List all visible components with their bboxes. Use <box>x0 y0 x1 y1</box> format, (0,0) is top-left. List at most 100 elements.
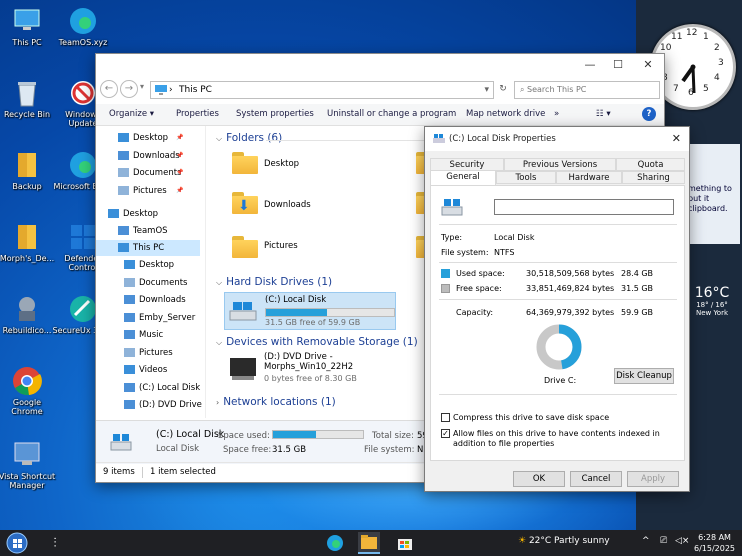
folder-icon[interactable] <box>232 236 258 258</box>
desktop-icon-vista-shortcut[interactable]: Vista Shortcut Manager <box>0 440 58 490</box>
desktop-icon-rebuildicon[interactable]: Rebuildico... <box>0 294 58 335</box>
used-label: Used space: <box>456 269 505 278</box>
taskbar-explorer-icon[interactable] <box>358 532 380 554</box>
quick-access-downloads[interactable]: Downloads 📌 <box>118 148 183 164</box>
forward-button[interactable]: → <box>120 80 138 98</box>
group-network-locations[interactable]: › Network locations (1) <box>216 396 336 408</box>
clock-number: 7 <box>673 83 679 94</box>
task-view-icon[interactable]: ⫶ <box>44 532 66 554</box>
tab-hardware[interactable]: Hardware <box>556 171 622 184</box>
maximize-button[interactable]: ☐ <box>604 54 632 76</box>
back-button[interactable]: ← <box>100 80 118 98</box>
uninstall-program-button[interactable]: Uninstall or change a program <box>327 109 456 119</box>
map-network-drive-button[interactable]: Map network drive <box>466 109 545 119</box>
group-hard-disk-drives[interactable]: ⌵ Hard Disk Drives (1) <box>216 276 332 288</box>
folder-desktop[interactable]: Desktop <box>264 159 299 169</box>
used-bytes: 30,518,509,568 bytes <box>526 269 615 278</box>
dialog-close-button[interactable]: ✕ <box>672 127 681 151</box>
properties-button[interactable]: Properties <box>176 109 219 119</box>
system-properties-button[interactable]: System properties <box>236 109 314 119</box>
group-removable-storage[interactable]: ⌵ Devices with Removable Storage (1) <box>216 336 418 348</box>
compress-checkbox[interactable]: Compress this drive to save disk space <box>441 413 609 422</box>
taskbar-edge-icon[interactable] <box>324 532 346 554</box>
close-button[interactable]: ✕ <box>634 54 662 76</box>
nav-item[interactable]: (C:) Local Disk <box>124 380 200 396</box>
nav-item[interactable]: Documents <box>124 275 187 291</box>
refresh-icon[interactable]: ↻ <box>496 81 510 99</box>
volume-label-input[interactable] <box>494 199 674 215</box>
desktop-icon-chrome[interactable]: Google Chrome <box>0 366 58 416</box>
minimize-button[interactable]: — <box>576 54 604 76</box>
tray-chevron-icon[interactable]: ^ <box>642 536 650 546</box>
folder-icon <box>18 153 36 177</box>
c-drive-free: 31.5 GB free of 59.9 GB <box>265 318 361 327</box>
volume-icon[interactable]: ◁× <box>675 536 689 546</box>
taskbar-store-icon[interactable] <box>394 532 416 554</box>
clock-number: 3 <box>718 58 724 68</box>
partly-sunny-icon: ☀ <box>518 536 529 546</box>
pin-icon: 📌 <box>176 169 184 176</box>
fs-value: NTFS <box>494 248 515 257</box>
group-folders[interactable]: ⌵ Folders (6) <box>216 132 282 144</box>
folder-pictures[interactable]: Pictures <box>264 241 298 251</box>
nav-item[interactable]: Downloads <box>124 292 186 308</box>
cancel-button[interactable]: Cancel <box>570 471 622 487</box>
desktop-icon-teamos[interactable]: TeamOS.xyz <box>52 6 114 47</box>
nav-libraries[interactable]: Libraries <box>118 415 170 418</box>
nav-icon <box>108 209 119 218</box>
network-icon[interactable]: ⎚ <box>660 536 667 546</box>
details-name: (C:) Local Disk <box>156 429 225 440</box>
nav-icon <box>118 168 129 177</box>
address-bar[interactable]: › This PC ▾ <box>150 81 494 99</box>
desktop-icon-morphs[interactable]: Morph's_De... <box>0 222 58 263</box>
dvd-drive-icon <box>230 358 256 380</box>
nav-label: Downloads <box>133 150 180 161</box>
tab-previous-versions[interactable]: Previous Versions <box>504 158 616 171</box>
nav-label: Pictures <box>139 347 173 358</box>
nav-icon <box>118 133 129 142</box>
apply-button[interactable]: Apply <box>627 471 679 487</box>
details-fs-value: N <box>417 445 424 455</box>
tab-quota[interactable]: Quota <box>616 158 685 171</box>
tab-sharing[interactable]: Sharing <box>622 171 685 184</box>
recent-dropdown-icon[interactable]: ▾ <box>140 82 144 91</box>
command-bar: Organize ▾ Properties System properties … <box>96 104 664 126</box>
address-dropdown-icon[interactable]: ▾ <box>484 82 489 98</box>
folder-downloads[interactable]: Downloads <box>264 200 311 210</box>
nav-item[interactable]: Emby_Server <box>124 310 195 326</box>
nav-item[interactable]: Pictures <box>124 345 173 361</box>
nav-item[interactable]: (D:) DVD Drive - <box>124 397 205 413</box>
c-drive-item[interactable]: (C:) Local Disk 31.5 GB free of 59.9 GB <box>224 292 396 330</box>
more-commands-button[interactable]: » <box>554 109 559 119</box>
type-label: Type: <box>441 233 463 242</box>
nav-item[interactable]: Videos <box>124 362 167 378</box>
nav-this-pc[interactable]: This PC <box>96 240 200 256</box>
search-input[interactable]: ⌕ Search This PC <box>514 81 660 99</box>
nav-item[interactable]: Desktop <box>124 257 174 273</box>
desktop-icon-backup[interactable]: Backup <box>0 150 58 191</box>
shortcut-icon <box>14 442 40 465</box>
tab-tools[interactable]: Tools <box>496 171 556 184</box>
index-checkbox[interactable]: ✓ Allow files on this drive to have conte… <box>441 429 681 449</box>
desktop-icon-this-pc[interactable]: This PC <box>0 6 58 47</box>
ok-button[interactable]: OK <box>513 471 565 487</box>
tab-general[interactable]: General <box>430 170 496 185</box>
quick-access-documents[interactable]: Documents 📌 <box>118 165 184 181</box>
disk-cleanup-button[interactable]: Disk Cleanup <box>614 368 674 384</box>
taskbar-clock[interactable]: 6:28 AM 6/15/2025 <box>694 532 735 554</box>
organize-button[interactable]: Organize ▾ <box>109 109 154 119</box>
details-free-value: 31.5 GB <box>272 445 307 455</box>
nav-user[interactable]: TeamOS <box>118 223 168 239</box>
folder-icon[interactable] <box>232 152 258 174</box>
monitor-icon <box>155 85 167 95</box>
help-icon[interactable]: ? <box>642 107 656 121</box>
quick-access-pictures[interactable]: Pictures 📌 <box>118 183 183 199</box>
start-button[interactable] <box>6 532 28 554</box>
nav-desktop[interactable]: Desktop <box>108 206 158 222</box>
nav-item[interactable]: Music <box>124 327 163 343</box>
d-drive-item[interactable]: (D:) DVD Drive - Morphs_Win10_22H2 <box>264 352 353 372</box>
view-options-icon[interactable]: ☷ ▾ <box>596 109 611 119</box>
quick-access-desktop[interactable]: Desktop 📌 <box>118 130 183 146</box>
desktop-icon-recycle-bin[interactable]: Recycle Bin <box>0 78 58 119</box>
taskbar-weather[interactable]: ☀ 22°C Partly sunny <box>518 536 610 546</box>
